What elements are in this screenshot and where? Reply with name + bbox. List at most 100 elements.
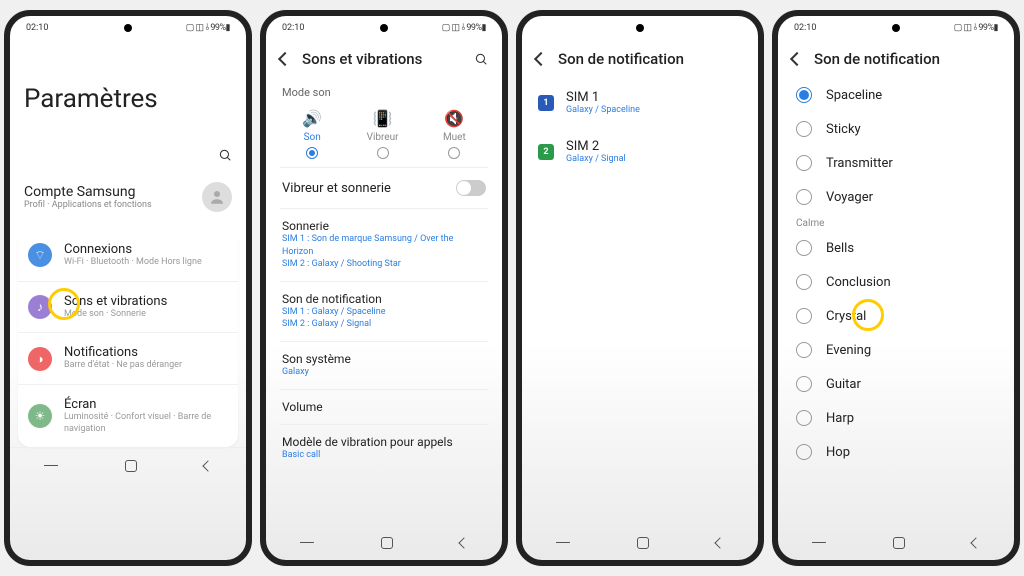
radio[interactable] [796,342,812,358]
phone-ringtone-list: 02:10 ▢ ◫ ⫰ 99%▮ Son de notification Spa… [772,10,1020,566]
mode-muet[interactable]: 🔇 Muet [443,109,466,159]
block-line: SIM 1 : Son de marque Samsung / Over the… [282,233,486,258]
ringtone-label: Hop [826,445,850,460]
ringtone-crystal[interactable]: Crystal [792,299,1000,333]
back-icon[interactable] [278,52,292,66]
nav-back[interactable] [203,460,214,471]
nav-recent[interactable] [812,542,826,543]
search-icon[interactable] [218,148,232,162]
item-subtitle: Wi-Fi · Bluetooth · Mode Hors ligne [64,257,202,269]
mode-label: Son [304,132,321,143]
phone-sounds-vibrations: 02:10 ▢ ◫ ⫰ 99%▮ Sons et vibrations Mode… [260,10,508,566]
radio[interactable] [796,240,812,256]
display-icon: ☀ [28,404,52,428]
sim1-row[interactable]: 1 SIM 1 Galaxy / Spaceline [536,78,744,127]
ringtone-label: Harp [826,411,854,426]
radio[interactable] [796,121,812,137]
ringtone-spaceline[interactable]: Spaceline [792,78,1000,112]
back-icon[interactable] [534,52,548,66]
ringtone-conclusion[interactable]: Conclusion [792,265,1000,299]
nav-back[interactable] [971,537,982,548]
nav-bar [778,524,1014,560]
ringtone-label: Bells [826,241,854,256]
block-son-systeme[interactable]: Son système Galaxy [280,341,488,389]
radio[interactable] [796,87,812,103]
sim2-badge: 2 [538,144,554,160]
mode-son-label: Mode son [280,78,488,105]
ringtone-list: Spaceline Sticky Transmitter Voyager Cal… [778,78,1014,524]
camera-hole [380,24,388,32]
nav-recent[interactable] [44,465,58,466]
vibrate-ring-toggle[interactable]: Vibreur et sonnerie [280,168,488,208]
status-time: 02:10 [26,23,48,33]
ringtone-label: Spaceline [826,88,882,103]
person-icon [208,188,226,206]
nav-bar [266,524,502,560]
nav-home[interactable] [125,460,137,472]
block-son-notification[interactable]: Son de notification SIM 1 : Galaxy / Spa… [280,281,488,341]
sim2-row[interactable]: 2 SIM 2 Galaxy / Signal [536,127,744,176]
avatar[interactable] [202,182,232,212]
status-time: 02:10 [794,23,816,33]
block-line: SIM 2 : Galaxy / Signal [282,318,486,331]
ringtone-hop[interactable]: Hop [792,435,1000,469]
block-sonnerie[interactable]: Sonnerie SIM 1 : Son de marque Samsung /… [280,208,488,281]
ringtone-evening[interactable]: Evening [792,333,1000,367]
radio[interactable] [796,274,812,290]
item-sons-vibrations[interactable]: ♪ Sons et vibrations Mode son · Sonnerie [18,281,238,333]
ringtone-harp[interactable]: Harp [792,401,1000,435]
ringtone-sticky[interactable]: Sticky [792,112,1000,146]
item-notifications[interactable]: ◑ Notifications Barre d'état · Ne pas dé… [18,332,238,384]
ringtone-transmitter[interactable]: Transmitter [792,146,1000,180]
nav-recent[interactable] [300,542,314,543]
nav-recent[interactable] [556,542,570,543]
speaker-icon: 🔊 [302,109,322,128]
ringtone-bells[interactable]: Bells [792,231,1000,265]
radio[interactable] [796,155,812,171]
mode-label: Vibreur [367,132,399,143]
block-title: Son de notification [282,292,486,306]
radio[interactable] [796,410,812,426]
nav-back[interactable] [459,537,470,548]
back-icon[interactable] [790,52,804,66]
nav-home[interactable] [381,537,393,549]
sim-subtitle: Galaxy / Spaceline [566,105,640,115]
search-icon[interactable] [474,52,488,66]
block-volume[interactable]: Volume [280,389,488,424]
item-ecran[interactable]: ☀ Écran Luminosité · Confort visuel · Ba… [18,384,238,447]
block-title: Sonnerie [282,219,486,233]
page-title: Paramètres [10,40,246,142]
mode-vibreur[interactable]: 📳 Vibreur [367,109,399,159]
ringtone-label: Transmitter [826,156,893,171]
nav-home[interactable] [637,537,649,549]
sim-title: SIM 1 [566,90,640,105]
block-vibration-pattern[interactable]: Modèle de vibration pour appels Basic ca… [280,424,488,472]
ringtone-label: Voyager [826,190,873,205]
item-connexions[interactable]: ⌔ Connexions Wi-Fi · Bluetooth · Mode Ho… [18,230,238,281]
ringtone-label: Evening [826,343,871,358]
radio[interactable] [796,376,812,392]
samsung-account-row[interactable]: Compte Samsung Profil · Applications et … [10,172,246,222]
radio[interactable] [796,189,812,205]
radio[interactable] [448,147,460,159]
settings-card: ⌔ Connexions Wi-Fi · Bluetooth · Mode Ho… [18,230,238,447]
toggle-switch[interactable] [456,180,486,196]
nav-back[interactable] [715,537,726,548]
notification-icon: ◑ [28,347,52,371]
nav-home[interactable] [893,537,905,549]
radio[interactable] [796,444,812,460]
camera-hole [636,24,644,32]
radio[interactable] [306,147,318,159]
item-title: Écran [64,397,228,412]
mode-son[interactable]: 🔊 Son [302,109,322,159]
ringtone-guitar[interactable]: Guitar [792,367,1000,401]
radio[interactable] [796,308,812,324]
account-title: Compte Samsung [24,184,152,200]
radio[interactable] [377,147,389,159]
phone-notification-sim: Son de notification 1 SIM 1 Galaxy / Spa… [516,10,764,566]
ringtone-voyager[interactable]: Voyager [792,180,1000,214]
block-title: Son système [282,352,486,366]
block-line: Galaxy [282,366,486,379]
sim-subtitle: Galaxy / Signal [566,154,626,164]
item-title: Sons et vibrations [64,294,167,309]
